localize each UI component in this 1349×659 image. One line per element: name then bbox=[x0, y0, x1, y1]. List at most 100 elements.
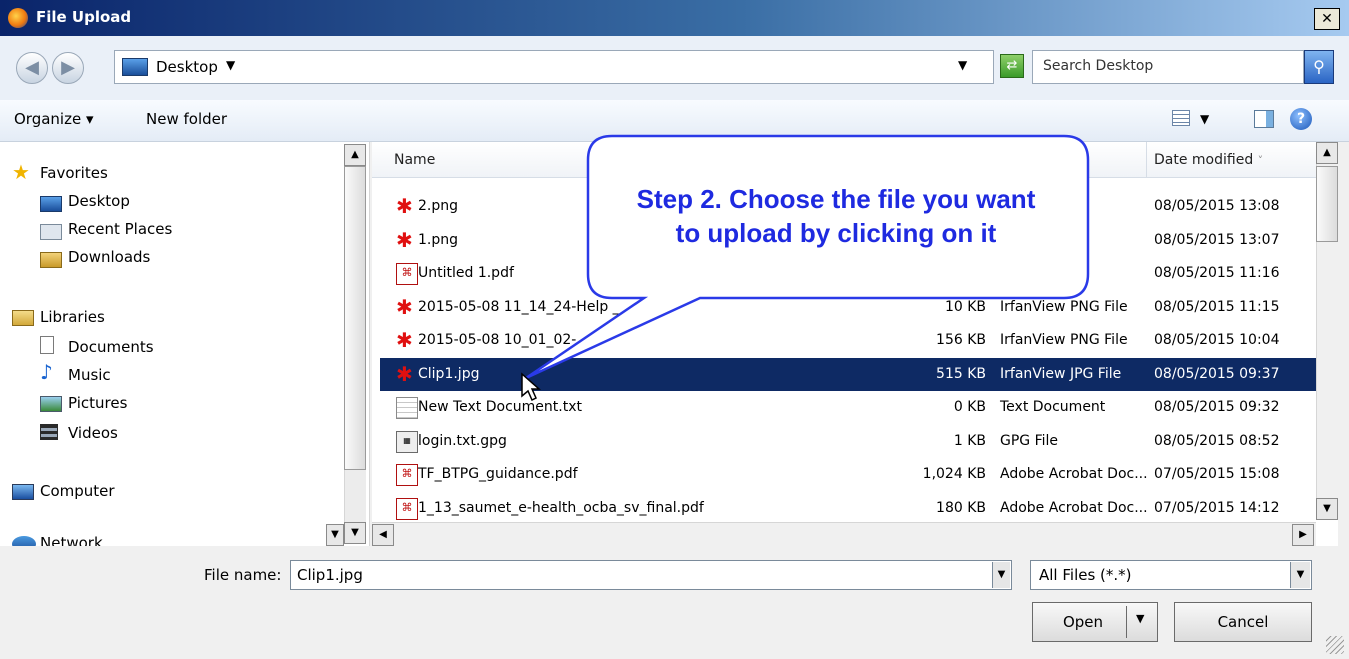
new-folder-button[interactable]: New folder bbox=[146, 110, 227, 128]
open-dropdown-icon[interactable]: ▼ bbox=[1136, 612, 1144, 625]
horizontal-scrollbar[interactable] bbox=[372, 522, 1316, 546]
navigation-pane: ★ Favorites Desktop Recent Places Downlo… bbox=[0, 142, 370, 546]
address-location[interactable]: Desktop bbox=[156, 58, 218, 76]
scroll-left-arrow[interactable]: ◀ bbox=[372, 524, 394, 546]
file-size: 180 KB bbox=[936, 499, 986, 516]
text-file-icon bbox=[396, 397, 418, 419]
file-date: 08/05/2015 11:16 bbox=[1154, 265, 1280, 281]
file-list-scroll-thumb[interactable] bbox=[1316, 166, 1338, 242]
search-input[interactable]: Search Desktop bbox=[1032, 50, 1304, 84]
views-icon[interactable] bbox=[1172, 110, 1190, 126]
nav-scroll-end-arrow[interactable]: ▼ bbox=[326, 524, 344, 546]
nav-videos[interactable]: Videos bbox=[68, 424, 118, 442]
file-name-text: 2015-05-08 11_14_24-Help _ bbox=[418, 298, 620, 315]
pdf-icon: ⌘ bbox=[396, 263, 418, 285]
nav-scroll-up-arrow[interactable]: ▲ bbox=[344, 144, 366, 166]
file-row[interactable]: ✱ 2015-05-08 10_01_02- 156 KB IrfanView PNG… bbox=[380, 324, 1316, 357]
downloads-icon bbox=[40, 252, 62, 268]
column-header-name[interactable]: Name bbox=[394, 152, 435, 168]
file-name-text: 2.png bbox=[418, 198, 459, 214]
file-name-text: 1.png bbox=[418, 231, 459, 248]
close-button[interactable]: ✕ bbox=[1314, 8, 1340, 30]
file-row[interactable]: ✱ 2015-05-08 11_14_24-Help _ 10 KB IrfanVie… bbox=[380, 291, 1316, 324]
scroll-right-arrow[interactable]: ▶ bbox=[1292, 524, 1314, 546]
resize-grip-icon[interactable] bbox=[1326, 636, 1344, 654]
column-separator[interactable] bbox=[1146, 142, 1147, 178]
file-name-dropdown-icon[interactable]: ▼ bbox=[992, 562, 1010, 588]
organize-button[interactable]: Organize ▾ bbox=[14, 110, 94, 128]
file-name-text: 1_13_saumet_e-health_ocba_sv_final.pdf bbox=[418, 499, 704, 516]
file-size: 0 KB bbox=[953, 399, 986, 415]
window-title: File Upload bbox=[36, 8, 132, 26]
file-date: 08/05/2015 10:04 bbox=[1154, 332, 1280, 348]
network-icon bbox=[12, 536, 36, 546]
file-name-text: login.txt.gpg bbox=[418, 432, 507, 449]
file-type: IrfanView PNG File bbox=[1000, 298, 1128, 315]
nav-network[interactable]: Network bbox=[40, 534, 103, 546]
filter-dropdown-icon[interactable]: ▼ bbox=[1290, 562, 1310, 588]
nav-favorites[interactable]: Favorites bbox=[40, 164, 108, 182]
irfanview-icon: ✱ bbox=[396, 361, 413, 386]
nav-network-label: Network bbox=[40, 534, 103, 546]
nav-computer[interactable]: Computer bbox=[40, 482, 115, 500]
pictures-icon bbox=[40, 396, 62, 412]
file-type: Adobe Acrobat Doc... bbox=[1000, 499, 1148, 516]
search-icon[interactable]: ⚲ bbox=[1304, 50, 1334, 84]
callout-line-1: Step 2. Choose the file you want bbox=[636, 184, 1036, 214]
back-button[interactable]: ◀ bbox=[16, 52, 48, 84]
file-type-filter[interactable]: All Files (*.*) bbox=[1030, 560, 1312, 590]
open-button-label: Open bbox=[1062, 613, 1104, 631]
nav-recent-places[interactable]: Recent Places bbox=[68, 220, 172, 238]
file-row[interactable]: ⌘ 1_13_saumet_e-health_ocba_sv_final.pdf 1… bbox=[380, 492, 1316, 525]
file-date: 08/05/2015 09:37 bbox=[1154, 365, 1280, 382]
file-row[interactable]: ⌘ TF_BTPG_guidance.pdf 1,024 KB Adobe Acrob… bbox=[380, 458, 1316, 491]
nav-libraries[interactable]: Libraries bbox=[40, 308, 105, 326]
recent-places-icon bbox=[40, 224, 62, 240]
title-bar bbox=[0, 0, 1349, 36]
file-name-text: Clip1.jpg bbox=[418, 365, 480, 382]
nav-scroll-thumb[interactable] bbox=[344, 166, 366, 470]
file-name-input[interactable]: Clip1.jpg bbox=[290, 560, 1012, 590]
file-size: 1,024 KB bbox=[922, 466, 986, 482]
file-date: 07/05/2015 15:08 bbox=[1154, 466, 1280, 482]
file-date: 08/05/2015 08:52 bbox=[1154, 432, 1280, 449]
open-button-separator bbox=[1126, 606, 1127, 638]
chevron-down-icon[interactable]: ▼ bbox=[226, 58, 235, 72]
file-size: 156 KB bbox=[936, 332, 986, 348]
nav-documents[interactable]: Documents bbox=[68, 338, 154, 356]
file-row[interactable]: ▦ login.txt.gpg 1 KB GPG File 08/05/2015 08:… bbox=[380, 425, 1316, 458]
file-row[interactable]: ⌘ Untitled 1.pdf oc... 08/05/2015 11:16 bbox=[380, 257, 1316, 290]
firefox-icon bbox=[8, 8, 28, 28]
pdf-icon: ⌘ bbox=[396, 464, 418, 486]
forward-button[interactable]: ▶ bbox=[52, 52, 84, 84]
desktop-icon bbox=[40, 196, 62, 212]
column-header-date-label: Date modified bbox=[1154, 152, 1254, 168]
preview-pane-icon[interactable] bbox=[1254, 110, 1274, 128]
file-name-text: New Text Document.txt bbox=[418, 399, 582, 415]
irfanview-icon: ✱ bbox=[396, 227, 413, 252]
column-header-date[interactable]: Date modified ˅ bbox=[1154, 152, 1263, 168]
file-date: 08/05/2015 13:08 bbox=[1154, 198, 1280, 214]
help-icon[interactable]: ? bbox=[1290, 108, 1312, 130]
sort-indicator-icon: ˅ bbox=[1257, 154, 1264, 167]
views-dropdown-icon[interactable]: ▼ bbox=[1200, 112, 1209, 126]
file-size: 1 KB bbox=[953, 432, 986, 449]
address-bar[interactable] bbox=[114, 50, 994, 84]
file-list-scroll-up-arrow[interactable]: ▲ bbox=[1316, 142, 1338, 164]
file-type: IrfanView JPG File bbox=[1000, 365, 1122, 382]
mouse-cursor-icon bbox=[521, 372, 541, 402]
music-icon: ♪ bbox=[40, 360, 53, 384]
gpg-file-icon: ▦ bbox=[396, 430, 418, 453]
nav-music[interactable]: Music bbox=[68, 366, 111, 384]
nav-downloads[interactable]: Downloads bbox=[68, 248, 150, 266]
nav-pictures[interactable]: Pictures bbox=[68, 394, 127, 412]
nav-scroll-down-arrow[interactable]: ▼ bbox=[344, 522, 366, 544]
file-name-label: File name: bbox=[204, 566, 282, 584]
nav-desktop[interactable]: Desktop bbox=[68, 192, 130, 210]
refresh-button[interactable]: ⇄ bbox=[1000, 54, 1024, 78]
cancel-button[interactable]: Cancel bbox=[1174, 602, 1312, 642]
file-name-text: TF_BTPG_guidance.pdf bbox=[418, 466, 578, 482]
address-dropdown-icon[interactable]: ▼ bbox=[958, 58, 967, 72]
file-list-scroll-down-arrow[interactable]: ▼ bbox=[1316, 498, 1338, 520]
file-type: Adobe Acrobat Doc... bbox=[1000, 466, 1148, 482]
